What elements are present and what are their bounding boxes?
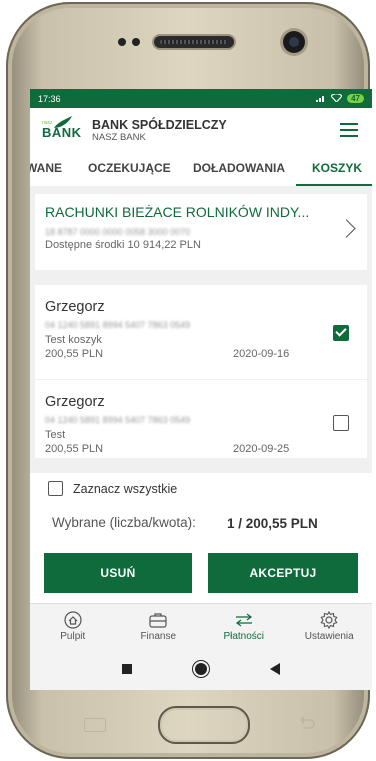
transfer-checkbox[interactable]	[333, 325, 349, 341]
tab-oczekiwane[interactable]: WANE	[30, 161, 62, 175]
recipient-account: 04 1240 5891 8994 5407 7863 0549	[45, 415, 191, 425]
sensor-left	[118, 38, 126, 46]
hamburger-menu-icon[interactable]	[340, 123, 358, 137]
account-number: 18 8787 0000 0000 0058 3000 0070	[45, 227, 191, 237]
transfer-date: 2020-09-16	[233, 348, 290, 360]
app-header: nasz BANK BANK SPÓŁDZIELCZY NASZ BANK	[30, 108, 372, 152]
nav-pulpit[interactable]: Pulpit	[30, 604, 116, 648]
transfer-arrows-icon	[235, 613, 252, 626]
account-selector[interactable]: RACHUNKI BIEŻACE ROLNIKÓW INDY... 18 878…	[35, 194, 367, 270]
transfer-amount: 200,55 PLN	[45, 443, 104, 455]
bank-subtitle: NASZ BANK	[92, 131, 146, 143]
summary-label: Wybrane (liczba/kwota):	[52, 515, 196, 530]
bank-title: BANK SPÓŁDZIELCZY	[92, 117, 227, 132]
recipient-name: Grzegorz	[45, 299, 105, 315]
system-navigation-bar	[30, 647, 372, 690]
nav-label: Ustawienia	[304, 630, 354, 642]
nav-label: Pulpit	[60, 630, 86, 642]
transfer-title: Test	[45, 429, 66, 441]
sensor-right	[132, 38, 140, 46]
nav-label: Finanse	[140, 630, 177, 642]
signal-icon	[316, 94, 326, 104]
leaf-icon	[54, 116, 72, 128]
battery-icon: 47	[347, 94, 364, 103]
back-triangle-icon[interactable]	[270, 662, 281, 675]
chevron-right-icon	[337, 219, 356, 238]
transfer-title: Test koszyk	[45, 334, 102, 346]
summary-value: 1 / 200,55 PLN	[227, 516, 318, 531]
tab-koszyk[interactable]: KOSZYK	[312, 161, 362, 175]
transfer-date: 2020-09-25	[233, 443, 290, 455]
bottom-navigation: Pulpit Finanse Płatności Ustawienia	[30, 603, 372, 648]
phone-frame: 17:36 47 nasz BANK BANK SPÓŁDZIELCZY NAS…	[6, 2, 372, 759]
home-circle-icon[interactable]	[194, 662, 207, 675]
recipient-name: Grzegorz	[45, 394, 105, 410]
transfer-checkbox[interactable]	[333, 415, 349, 431]
screen: 17:36 47 nasz BANK BANK SPÓŁDZIELCZY NAS…	[30, 89, 372, 690]
nav-label: Płatności	[223, 630, 265, 642]
delete-button[interactable]: USUŃ	[44, 553, 192, 593]
status-bar: 17:36 47	[30, 89, 372, 108]
nav-platnosci[interactable]: Płatności	[201, 604, 287, 648]
accept-button[interactable]: AKCEPTUJ	[208, 553, 358, 593]
list-item[interactable]: Grzegorz 04 1240 5891 8994 5407 7863 054…	[35, 380, 367, 458]
wallet-icon	[149, 612, 167, 628]
checkbox-box[interactable]	[48, 481, 63, 496]
basket-summary-panel: Zaznacz wszystkie Wybrane (liczba/kwota)…	[30, 473, 372, 603]
select-all-checkbox[interactable]: Zaznacz wszystkie	[48, 481, 177, 496]
hardware-back-key-icon[interactable]	[297, 716, 315, 730]
gear-icon	[320, 610, 338, 629]
hardware-recents-key[interactable]	[84, 718, 106, 732]
tab-doladowania[interactable]: DOŁADOWANIA	[193, 161, 285, 175]
account-name: RACHUNKI BIEŻACE ROLNIKÓW INDY...	[45, 204, 310, 220]
hardware-home-button[interactable]	[158, 706, 250, 744]
nav-finanse[interactable]: Finanse	[116, 604, 202, 648]
recipient-account: 04 1240 5891 8994 5407 7863 0549	[45, 320, 191, 330]
select-all-label: Zaznacz wszystkie	[73, 481, 178, 496]
front-camera	[283, 31, 305, 53]
list-item[interactable]: Grzegorz 04 1240 5891 8994 5407 7863 054…	[35, 285, 367, 379]
transfer-amount: 200,55 PLN	[45, 348, 104, 360]
account-balance: Dostępne środki 10 914,22 PLN	[45, 239, 201, 251]
earpiece	[154, 36, 234, 48]
nav-ustawienia[interactable]: Ustawienia	[287, 604, 373, 648]
home-icon	[64, 610, 82, 629]
tab-oczekujace[interactable]: OCZEKUJĄCE	[88, 161, 171, 175]
wifi-icon	[330, 92, 343, 104]
tab-bar: WANE OCZEKUJĄCE DOŁADOWANIA KOSZYK	[30, 152, 372, 187]
status-time: 17:36	[38, 93, 61, 104]
recents-icon[interactable]	[121, 663, 132, 674]
